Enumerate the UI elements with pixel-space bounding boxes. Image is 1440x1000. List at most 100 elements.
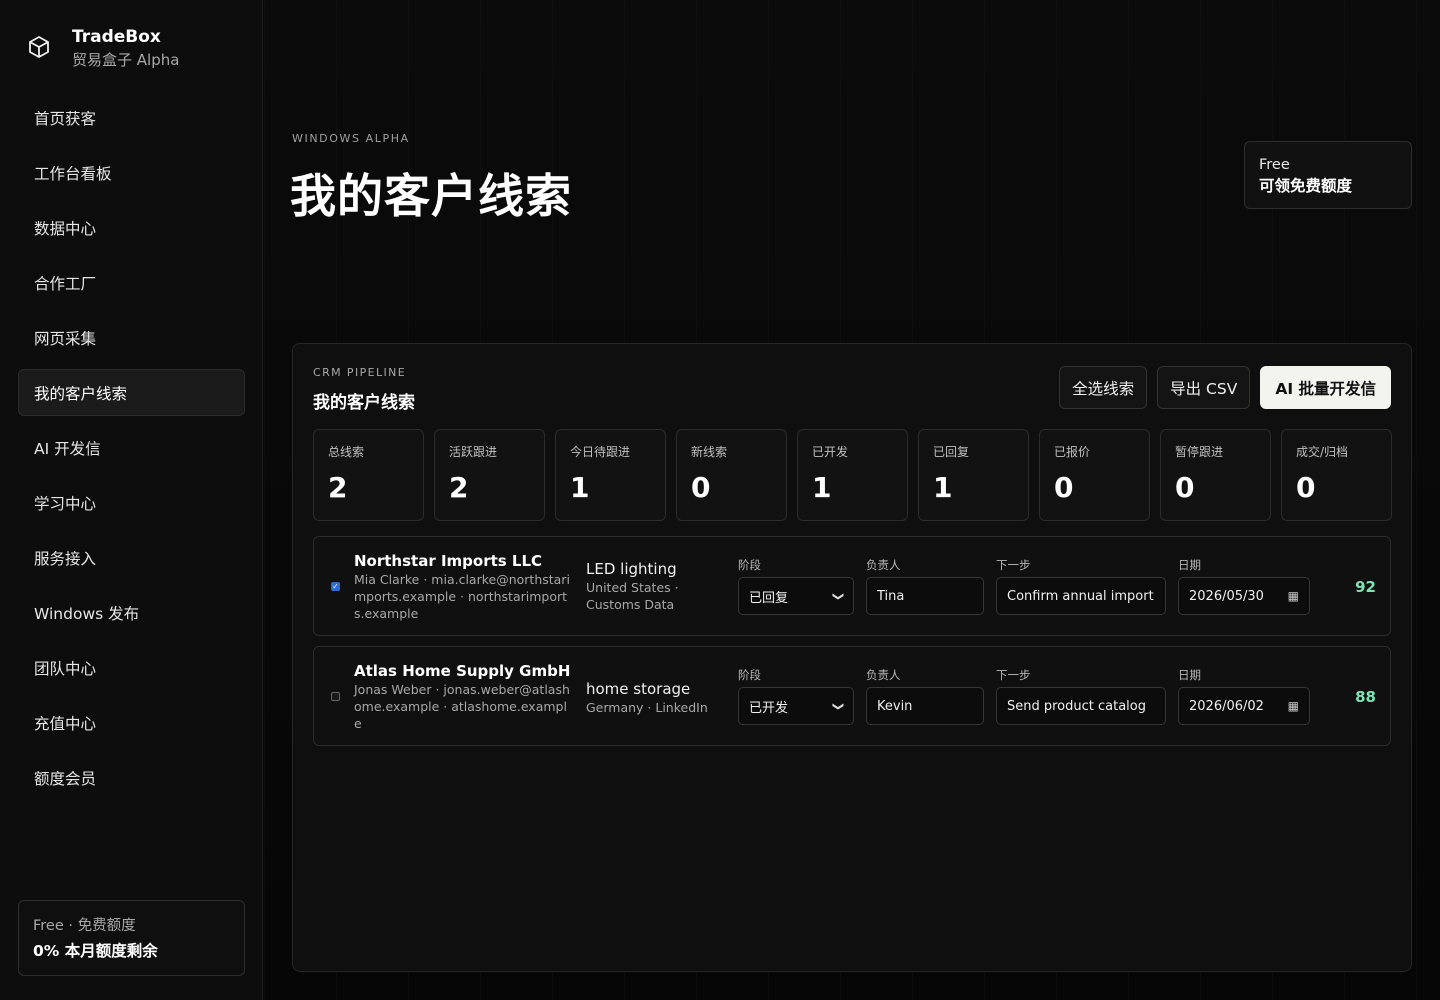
stat-card-new[interactable]: 新线索 0	[676, 429, 787, 521]
sidebar-item-team[interactable]: 团队中心	[18, 644, 245, 691]
date-input[interactable]: 2026/06/02 ▦	[1178, 687, 1310, 725]
stats-row: 总线索 2 活跃跟进 2 今日待跟进 1 新线索 0 已开发 1 已回复 1 已报价 0 暂停…	[313, 429, 1392, 521]
sidebar-item-my-leads[interactable]: 我的客户线索	[18, 369, 245, 416]
field-label: 日期	[1178, 558, 1201, 572]
sidebar-item-label: 我的客户线索	[34, 384, 128, 403]
sidebar-item-data-center[interactable]: 数据中心	[18, 204, 245, 251]
sidebar-item-label: 服务接入	[34, 549, 97, 568]
sidebar-item-factories[interactable]: 合作工厂	[18, 259, 245, 306]
sidebar-item-label: 网页采集	[34, 329, 97, 348]
date-field: 日期 2026/05/30 ▦	[1178, 557, 1310, 615]
select-all-button[interactable]: 全选线索	[1059, 366, 1148, 409]
lead-score: 88	[1355, 688, 1376, 706]
lead-product: LED lighting United States · Customs Dat…	[586, 559, 731, 613]
lead-product: home storage Germany · LinkedIn	[586, 679, 731, 716]
quota-remaining: 0% 本月额度剩余	[33, 942, 158, 960]
lead-source: United States · Customs Data	[586, 580, 679, 612]
lead-source: Germany · LinkedIn	[586, 700, 708, 715]
brand-subtitle: 贸易盒子 Alpha	[72, 51, 180, 69]
sidebar-item-integrations[interactable]: 服务接入	[18, 534, 245, 581]
brand[interactable]: TradeBox 贸易盒子 Alpha	[22, 26, 179, 71]
panel-eyebrow: CRM PIPELINE	[313, 366, 407, 379]
sidebar-item-label: 工作台看板	[34, 164, 112, 183]
owner-value: Tina	[877, 588, 905, 604]
lead-company: Atlas Home Supply GmbH	[354, 662, 571, 680]
stat-card-today[interactable]: 今日待跟进 1	[555, 429, 666, 521]
lead-row[interactable]: ✓ Northstar Imports LLC Mia Clarke · mia…	[313, 536, 1391, 636]
stage-value: 已开发	[749, 700, 789, 716]
lead-contact: Jonas Weber · jonas.weber@atlashome.exam…	[354, 682, 570, 731]
quota-card[interactable]: Free · 免费额度 0% 本月额度剩余	[18, 900, 245, 976]
owner-value: Kevin	[877, 698, 913, 714]
stat-label: 已报价	[1054, 445, 1091, 459]
sidebar-item-label: 充值中心	[34, 714, 97, 733]
stat-card-replied[interactable]: 已回复 1	[918, 429, 1029, 521]
sidebar-item-web-scraping[interactable]: 网页采集	[18, 314, 245, 361]
page-title: 我的客户线索	[290, 169, 572, 223]
stat-card-active[interactable]: 活跃跟进 2	[434, 429, 545, 521]
stat-label: 成交/归档	[1296, 445, 1349, 459]
sidebar-item-home-leads[interactable]: 首页获客	[18, 94, 245, 141]
lead-product-name: LED lighting	[586, 560, 677, 578]
calendar-icon[interactable]: ▦	[1288, 589, 1299, 603]
sidebar-item-membership[interactable]: 额度会员	[18, 754, 245, 801]
owner-field: 负责人 Kevin	[866, 667, 984, 725]
lead-product-name: home storage	[586, 680, 691, 698]
lead-checkbox[interactable]	[331, 692, 340, 701]
date-field: 日期 2026/06/02 ▦	[1178, 667, 1310, 725]
sidebar-item-ai-outreach[interactable]: AI 开发信	[18, 424, 245, 471]
sidebar-nav: 首页获客 工作台看板 数据中心 合作工厂 网页采集 我的客户线索 AI 开发信 …	[18, 94, 245, 809]
main-content: WINDOWS ALPHA 我的客户线索 Free 可领免费额度 CRM PIP…	[264, 0, 1440, 1000]
lead-score: 92	[1355, 578, 1376, 596]
page-eyebrow: WINDOWS ALPHA	[292, 132, 410, 145]
next-step-field: 下一步 Send product catalog	[996, 667, 1166, 725]
sidebar-item-learning[interactable]: 学习中心	[18, 479, 245, 526]
next-step-input[interactable]: Send product catalog	[996, 687, 1166, 725]
panel-actions: 全选线索 导出 CSV AI 批量开发信	[1059, 366, 1391, 409]
next-step-field: 下一步 Confirm annual import vol	[996, 557, 1166, 615]
stat-card-paused[interactable]: 暂停跟进 0	[1160, 429, 1271, 521]
stat-card-developed[interactable]: 已开发 1	[797, 429, 908, 521]
export-csv-button[interactable]: 导出 CSV	[1157, 366, 1251, 409]
field-label: 下一步	[996, 668, 1031, 682]
quota-plan: Free · 免费额度	[33, 918, 136, 934]
sidebar-item-recharge[interactable]: 充值中心	[18, 699, 245, 746]
stat-label: 暂停跟进	[1175, 445, 1224, 459]
stat-card-closed[interactable]: 成交/归档 0	[1281, 429, 1392, 521]
calendar-icon[interactable]: ▦	[1288, 699, 1299, 713]
stat-label: 已回复	[933, 445, 970, 459]
chevron-down-icon: ❯	[831, 701, 845, 711]
sidebar-item-label: 合作工厂	[34, 274, 97, 293]
sidebar-item-dashboard[interactable]: 工作台看板	[18, 149, 245, 196]
lead-contact: Mia Clarke · mia.clarke@northstarimports…	[354, 572, 570, 621]
owner-input[interactable]: Tina	[866, 577, 984, 615]
sidebar-item-label: 团队中心	[34, 659, 97, 678]
lead-company: Northstar Imports LLC	[354, 552, 543, 570]
plan-badge[interactable]: Free 可领免费额度	[1244, 141, 1412, 209]
plan-name: Free	[1259, 157, 1290, 173]
next-step-input[interactable]: Confirm annual import vol	[996, 577, 1166, 615]
field-label: 负责人	[866, 558, 901, 572]
stat-card-total[interactable]: 总线索 2	[313, 429, 424, 521]
sidebar-item-label: Windows 发布	[34, 604, 140, 623]
stat-card-quoted[interactable]: 已报价 0	[1039, 429, 1150, 521]
chevron-down-icon: ❯	[831, 591, 845, 601]
field-label: 日期	[1178, 668, 1201, 682]
date-input[interactable]: 2026/05/30 ▦	[1178, 577, 1310, 615]
next-step-value: Confirm annual import vol	[1007, 588, 1155, 604]
sidebar-item-label: 首页获客	[34, 109, 97, 128]
field-label: 下一步	[996, 558, 1031, 572]
stage-select[interactable]: 已回复 ❯	[738, 577, 854, 615]
lead-checkbox[interactable]: ✓	[331, 582, 340, 591]
cube-logo-icon	[29, 36, 49, 58]
sidebar-item-windows-release[interactable]: Windows 发布	[18, 589, 245, 636]
stat-value: 1	[570, 471, 590, 504]
owner-input[interactable]: Kevin	[866, 687, 984, 725]
date-value: 2026/06/02	[1189, 698, 1264, 714]
lead-row[interactable]: Atlas Home Supply GmbH Jonas Weber · jon…	[313, 646, 1391, 746]
lead-info: Atlas Home Supply GmbH Jonas Weber · jon…	[354, 661, 574, 732]
stage-select[interactable]: 已开发 ❯	[738, 687, 854, 725]
ai-batch-email-button[interactable]: AI 批量开发信	[1260, 366, 1391, 409]
stat-value: 1	[933, 471, 953, 504]
stat-value: 2	[328, 471, 348, 504]
